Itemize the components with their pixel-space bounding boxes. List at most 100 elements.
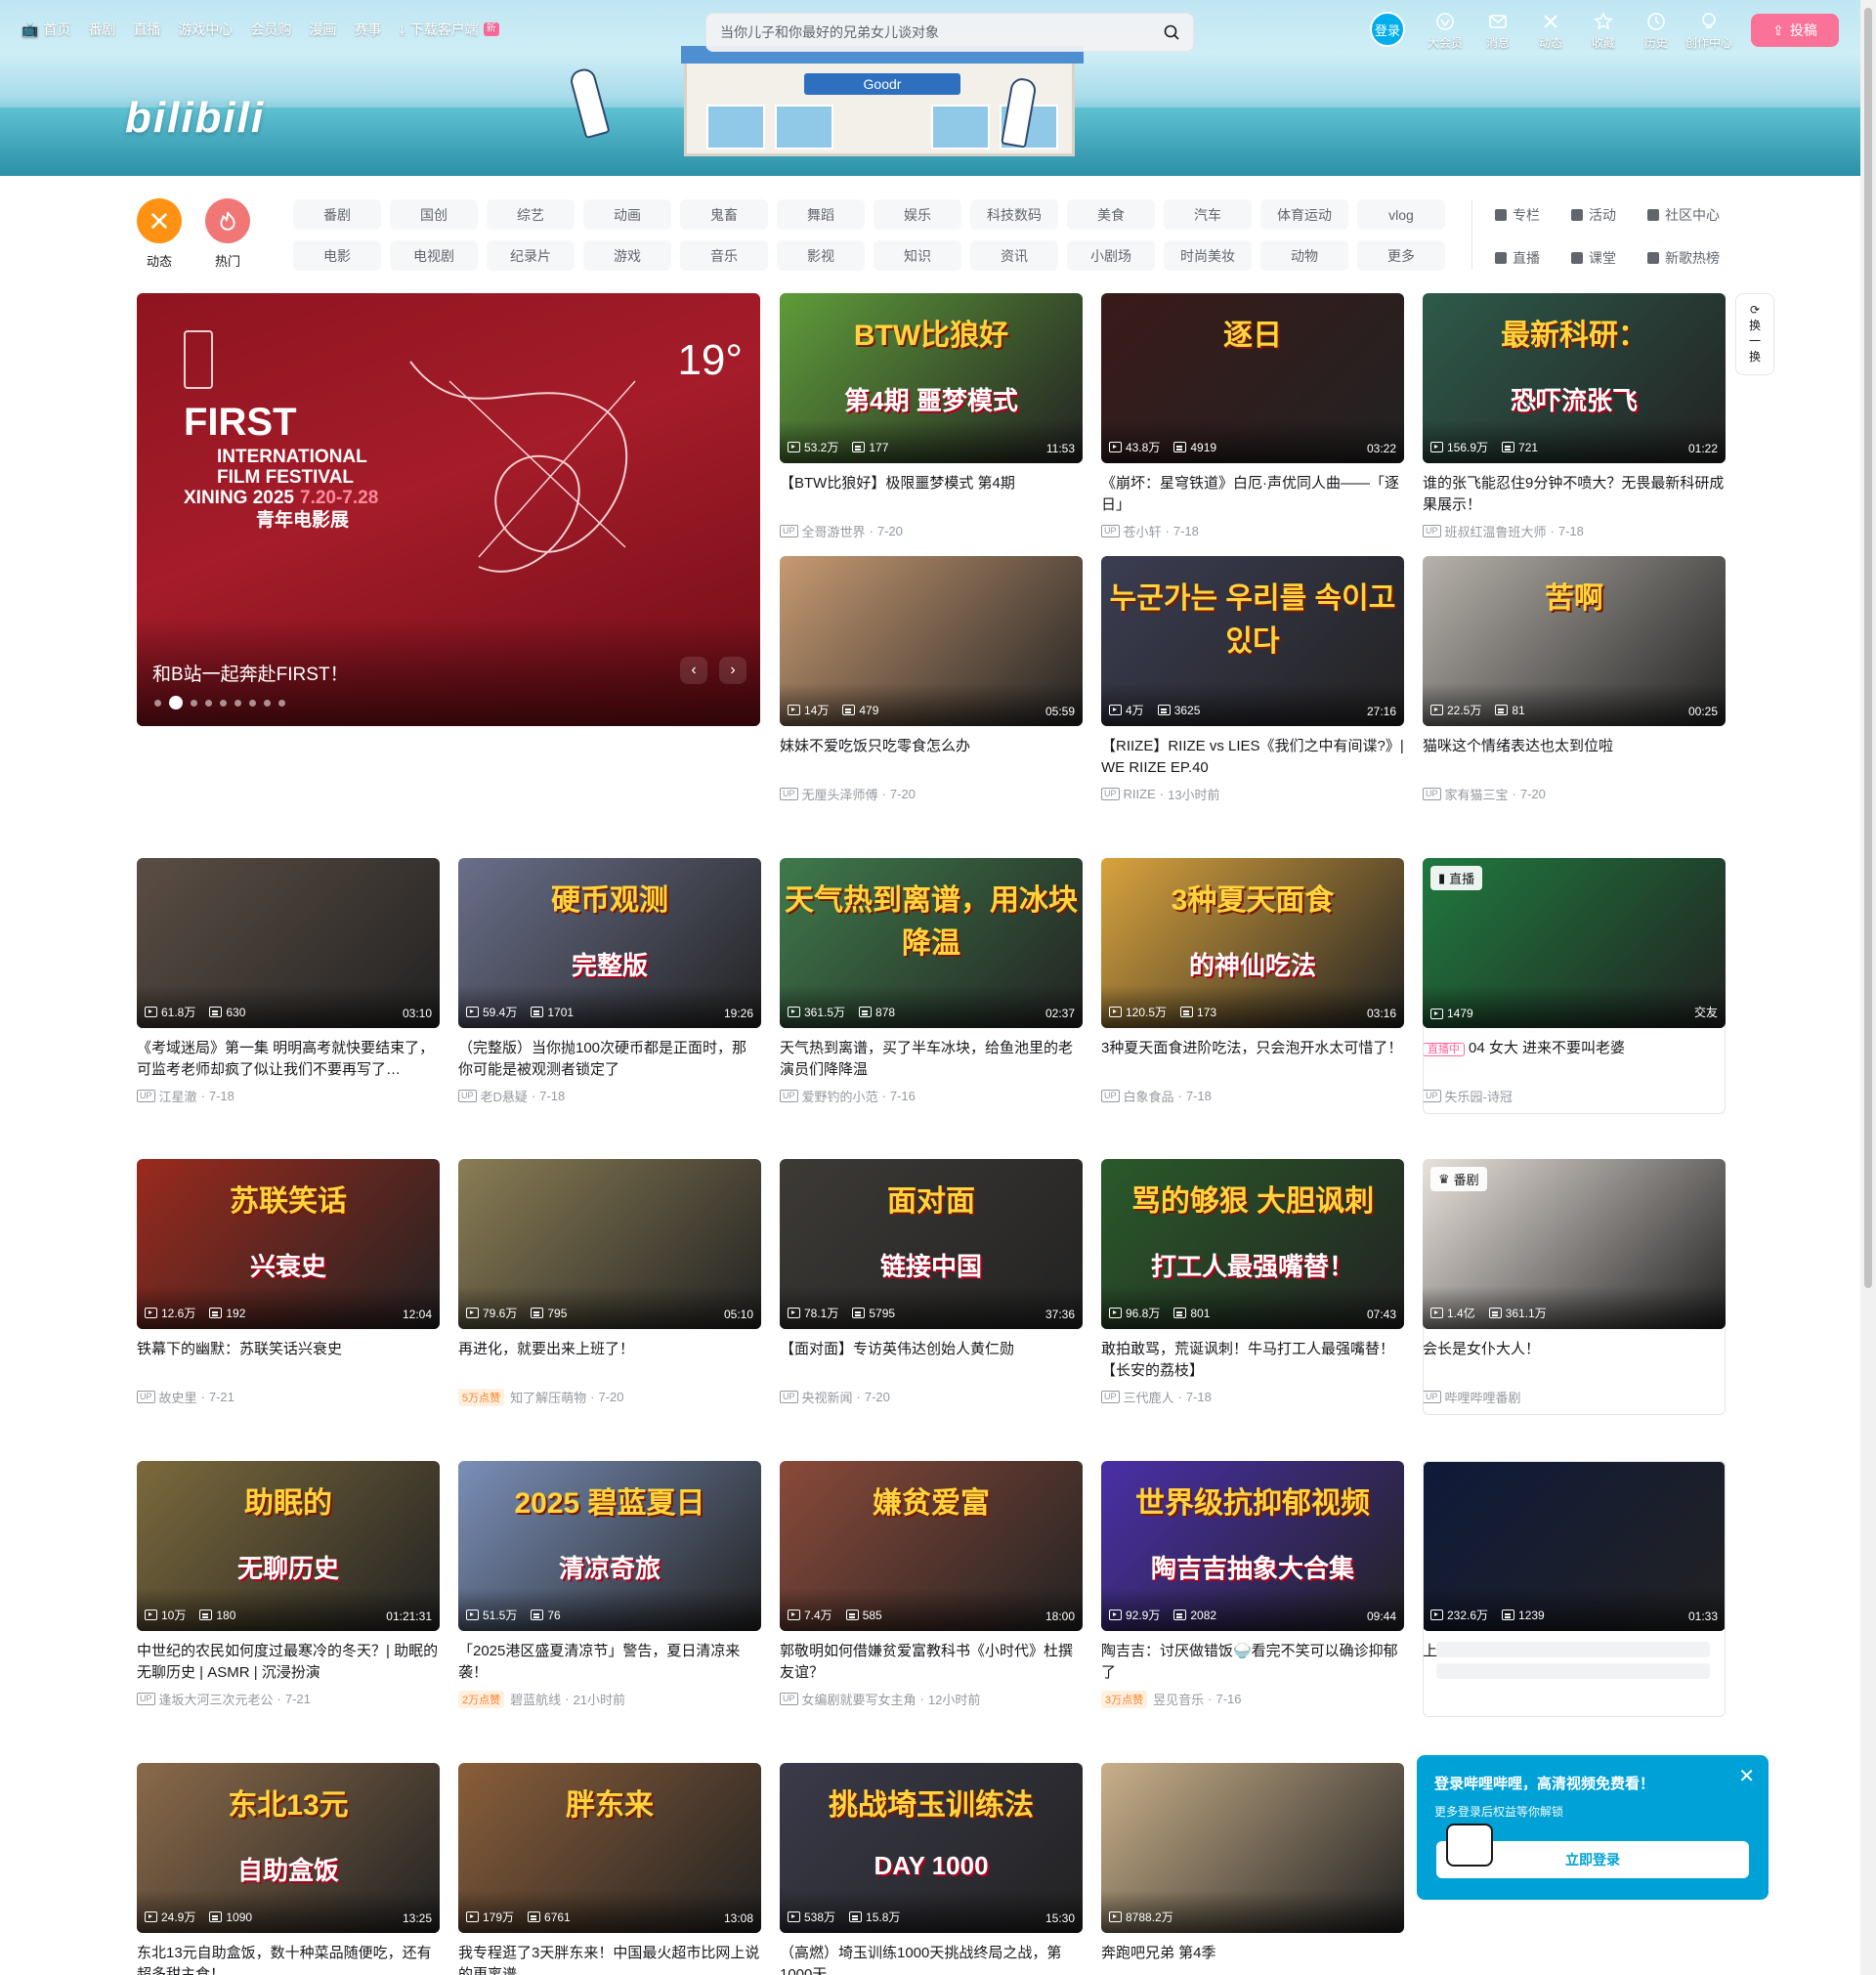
video-thumbnail[interactable]: 胖东来 179万 6761 13:08 bbox=[458, 1763, 761, 1933]
video-owner[interactable]: UP 爱野钓的小范 · 7-16 bbox=[780, 1087, 1083, 1105]
video-thumbnail[interactable]: 天气热到离谱，用冰块降温 361.5万 878 02:37 bbox=[780, 858, 1083, 1028]
video-thumbnail[interactable]: ♛ 番剧 1.4亿 361.1万 bbox=[1423, 1159, 1726, 1329]
video-owner[interactable]: UP 老D悬疑 · 7-18 bbox=[458, 1087, 761, 1105]
video-title[interactable]: 【面对面】专访英伟达创始人黄仁勋 bbox=[780, 1339, 1083, 1382]
video-thumbnail[interactable]: 8788.2万 bbox=[1101, 1763, 1404, 1933]
channel-hot[interactable]: 热门 bbox=[205, 198, 250, 270]
video-card[interactable]: 79.6万 795 05:10 再进化，就要出来上班了！ 5万点赞 知了解压萌物 · 7-20 bbox=[458, 1159, 761, 1406]
video-thumbnail[interactable]: 挑战埼玉训练法 DAY 1000 538万 15.8万 15:30 bbox=[780, 1763, 1083, 1933]
nav-mall[interactable]: 会员购 bbox=[250, 20, 291, 39]
messages-button[interactable]: 消息 bbox=[1471, 12, 1524, 51]
nav-bangumi[interactable]: 番剧 bbox=[88, 20, 115, 39]
video-card[interactable]: 苦啊 22.5万 81 00:25 猫咪这个情绪表达也太到位啦 UP 家有猫三宝 · 7-20 bbox=[1423, 556, 1726, 803]
video-title[interactable]: 天气热到离谱，买了半车冰块，给鱼池里的老演员们降降温 bbox=[780, 1038, 1083, 1081]
video-owner[interactable]: UP 家有猫三宝 · 7-20 bbox=[1423, 785, 1726, 803]
extra-column[interactable]: 专栏 bbox=[1495, 205, 1571, 225]
channel-chip[interactable]: 舞蹈 bbox=[777, 199, 865, 230]
extra-live[interactable]: 直播 bbox=[1495, 248, 1571, 268]
carousel-title[interactable]: 和B站一起奔赴FIRST！ bbox=[152, 660, 349, 686]
video-title[interactable]: 东北13元自助盒饭，数十种菜品随便吃，还有超多甜主食！ bbox=[137, 1943, 440, 1975]
video-card[interactable]: 2025 碧蓝夏日 清凉奇旅 51.5万 76 「2025港区盛夏清凉节」警告，夏日清凉… bbox=[458, 1461, 761, 1708]
video-thumbnail[interactable]: 14万 479 05:59 bbox=[780, 556, 1083, 726]
carousel-dot[interactable] bbox=[205, 699, 212, 707]
video-title[interactable]: 铁幕下的幽默：苏联笑话兴衰史 bbox=[137, 1339, 440, 1382]
video-card[interactable]: 3种夏天面食 的神仙吃法 120.5万 173 03:16 3种夏天面食进阶吃法，只会泡开… bbox=[1101, 858, 1404, 1105]
video-owner[interactable]: UP RIIZE · 13小时前 bbox=[1101, 785, 1404, 803]
video-thumbnail[interactable]: 61.8万 630 03:10 bbox=[137, 858, 440, 1028]
video-owner[interactable]: UP 苍小轩 · 7-18 bbox=[1101, 522, 1404, 540]
carousel-dot[interactable] bbox=[234, 699, 241, 707]
video-owner[interactable]: 2万点赞 碧蓝航线 · 21小时前 bbox=[458, 1690, 761, 1708]
video-title[interactable]: 3种夏天面食进阶吃法，只会泡开水太可惜了！ bbox=[1101, 1038, 1404, 1081]
channel-chip[interactable]: 娱乐 bbox=[874, 199, 961, 230]
video-card[interactable]: 누군가는 우리를 속이고 있다 4万 3625 27:16 【RIIZE】RIIZE v… bbox=[1101, 556, 1404, 803]
carousel-dot[interactable] bbox=[154, 699, 161, 707]
bilibili-logo[interactable]: bilibili bbox=[125, 94, 265, 143]
video-title[interactable]: 敢拍敢骂，荒诞讽刺！牛马打工人最强嘴替！【长安的荔枝】 bbox=[1101, 1339, 1404, 1382]
channel-chip[interactable]: 纪录片 bbox=[487, 240, 575, 271]
video-thumbnail[interactable]: 东北13元 自助盒饭 24.9万 1090 13:25 bbox=[137, 1763, 440, 1933]
video-owner[interactable]: UP 三代鹿人 · 7-18 bbox=[1101, 1388, 1404, 1406]
video-title[interactable]: 猫咪这个情绪表达也太到位啦 bbox=[1423, 736, 1726, 779]
video-title[interactable]: 我专程逛了3天胖东来！中国最火超市比网上说的更离谱 bbox=[458, 1943, 761, 1975]
video-owner[interactable]: UP 故史里 · 7-21 bbox=[137, 1388, 440, 1406]
extra-activity[interactable]: 活动 bbox=[1571, 205, 1647, 225]
video-card[interactable]: 硬币观测 完整版 59.4万 1701 19:26 （完整版）当你抛100次硬币都是正面时… bbox=[458, 858, 761, 1105]
video-title[interactable]: 再进化，就要出来上班了！ bbox=[458, 1339, 761, 1382]
video-title[interactable]: （完整版）当你抛100次硬币都是正面时，那你可能是被观测者锁定了 bbox=[458, 1038, 761, 1081]
video-title[interactable]: 陶吉吉：讨厌做错饭🍚看完不笑可以确诊抑郁了 bbox=[1101, 1641, 1404, 1684]
video-card[interactable]: 骂的够狠 大胆讽刺 打工人最强嘴替！ 96.8万 801 07:43 敢拍敢骂，荒诞讽刺！… bbox=[1101, 1159, 1404, 1406]
video-title[interactable]: 妹妹不爱吃饭只吃零食怎么办 bbox=[780, 736, 1083, 779]
vip-button[interactable]: 大会员 bbox=[1419, 12, 1471, 51]
carousel-dot[interactable] bbox=[278, 699, 285, 707]
scrollbar-thumb[interactable] bbox=[1864, 8, 1872, 1288]
video-thumbnail[interactable]: 面对面 链接中国 78.1万 5795 37:36 bbox=[780, 1159, 1083, 1329]
video-card[interactable]: 嫌贫爱富 7.4万 585 18:00 郭敬明如何借嫌贫爱富教科书《小时代》杜撰友谊？ U… bbox=[780, 1461, 1083, 1708]
nav-live[interactable]: 直播 bbox=[133, 20, 160, 39]
video-owner[interactable]: UP 白象食品 · 7-18 bbox=[1101, 1087, 1404, 1105]
video-thumbnail[interactable]: 世界级抗抑郁视频 陶吉吉抽象大合集 92.9万 2082 09:44 bbox=[1101, 1461, 1404, 1631]
video-title[interactable]: 【RIIZE】RIIZE vs LIES《我们之中有间谍?》| WE RIIZE… bbox=[1101, 736, 1404, 779]
video-title[interactable]: 《崩坏：星穹铁道》白厄·声优同人曲——「逐日」 bbox=[1101, 473, 1404, 516]
channel-chip[interactable]: 番剧 bbox=[293, 199, 381, 230]
refresh-button[interactable]: ⟳ 换 一 换 bbox=[1735, 293, 1774, 375]
video-title[interactable]: 【BTW比狼好】极限噩梦模式 第4期 bbox=[780, 473, 1083, 516]
video-thumbnail[interactable]: 硬币观测 完整版 59.4万 1701 19:26 bbox=[458, 858, 761, 1028]
video-card[interactable]: 面对面 链接中国 78.1万 5795 37:36 【面对面】专访英伟达创始人黄仁勋 UP 央… bbox=[780, 1159, 1083, 1406]
video-thumbnail[interactable]: 最新科研： 恐吓流张飞 156.9万 721 01:22 bbox=[1423, 293, 1726, 463]
video-card[interactable]: 逐日 43.8万 4919 03:22 《崩坏：星穹铁道》白厄·声优同人曲——「逐日」 U… bbox=[1101, 293, 1404, 540]
channel-chip[interactable]: 电视剧 bbox=[390, 240, 478, 271]
login-avatar-button[interactable]: 登录 bbox=[1370, 12, 1405, 47]
video-owner[interactable]: UP 无厘头泽师傅 · 7-20 bbox=[780, 785, 1083, 803]
extra-community[interactable]: 社区中心 bbox=[1647, 205, 1724, 225]
video-card[interactable]: 61.8万 630 03:10 《考域迷局》第一集 明明高考就快要结束了，可监考老师却… bbox=[137, 858, 440, 1105]
video-thumbnail[interactable]: 누군가는 우리를 속이고 있다 4万 3625 27:16 bbox=[1101, 556, 1404, 726]
video-thumbnail[interactable]: 骂的够狠 大胆讽刺 打工人最强嘴替！ 96.8万 801 07:43 bbox=[1101, 1159, 1404, 1329]
video-thumbnail[interactable]: ▮ 直播 1479 交友 bbox=[1423, 858, 1726, 1028]
channel-dynamic[interactable]: 动态 bbox=[137, 198, 182, 270]
video-owner[interactable]: 5万点赞 知了解压萌物 · 7-20 bbox=[458, 1388, 761, 1406]
carousel-next-button[interactable]: › bbox=[719, 657, 746, 684]
video-thumbnail[interactable]: 苦啊 22.5万 81 00:25 bbox=[1423, 556, 1726, 726]
channel-chip[interactable]: 知识 bbox=[874, 240, 961, 271]
video-title[interactable]: 中世纪的农民如何度过最寒冷的冬天？| 助眠的无聊历史 | ASMR | 沉浸扮演 bbox=[137, 1641, 440, 1684]
carousel-dot-active[interactable] bbox=[169, 696, 183, 709]
video-card[interactable]: 8788.2万 奔跑吧兄弟 第4季 bbox=[1101, 1763, 1404, 1975]
close-icon[interactable]: ✕ bbox=[1738, 1767, 1755, 1786]
video-card[interactable]: 苏联笑话 兴衰史 12.6万 192 12:04 铁幕下的幽默：苏联笑话兴衰史 UP 故史里 ·… bbox=[137, 1159, 440, 1406]
nav-manga[interactable]: 漫画 bbox=[309, 20, 336, 39]
video-thumbnail[interactable]: 逐日 43.8万 4919 03:22 bbox=[1101, 293, 1404, 463]
dynamics-button[interactable]: 动态 bbox=[1524, 12, 1577, 51]
video-title[interactable]: 郭敬明如何借嫌贫爱富教科书《小时代》杜撰友谊？ bbox=[780, 1641, 1083, 1684]
search-icon[interactable] bbox=[1164, 24, 1179, 40]
video-title[interactable]: 《考域迷局》第一集 明明高考就快要结束了，可监考老师却疯了似让我们不要再写了… bbox=[137, 1038, 440, 1081]
video-owner[interactable]: UP 央视新闻 · 7-20 bbox=[780, 1388, 1083, 1406]
video-card[interactable]: BTW比狼好 第4期 噩梦模式 53.2万 177 11:53 【BTW比狼好】极限噩梦模… bbox=[780, 293, 1083, 540]
channel-chip[interactable]: 电影 bbox=[293, 240, 381, 271]
channel-chip[interactable]: 游戏 bbox=[583, 240, 671, 271]
video-card[interactable]: 助眠的 无聊历史 10万 180 01:21:31 中世纪的农民如何度过最寒冷的冬天？| … bbox=[137, 1461, 440, 1708]
video-owner[interactable]: UP 全哥游世界 · 7-20 bbox=[780, 522, 1083, 540]
carousel-dot[interactable] bbox=[220, 699, 227, 707]
video-title[interactable]: 谁的张飞能忍住9分钟不喷大？无畏最新科研成果展示！ bbox=[1423, 473, 1726, 516]
video-title[interactable]: 「2025港区盛夏清凉节」警告，夏日清凉来袭！ bbox=[458, 1641, 761, 1684]
